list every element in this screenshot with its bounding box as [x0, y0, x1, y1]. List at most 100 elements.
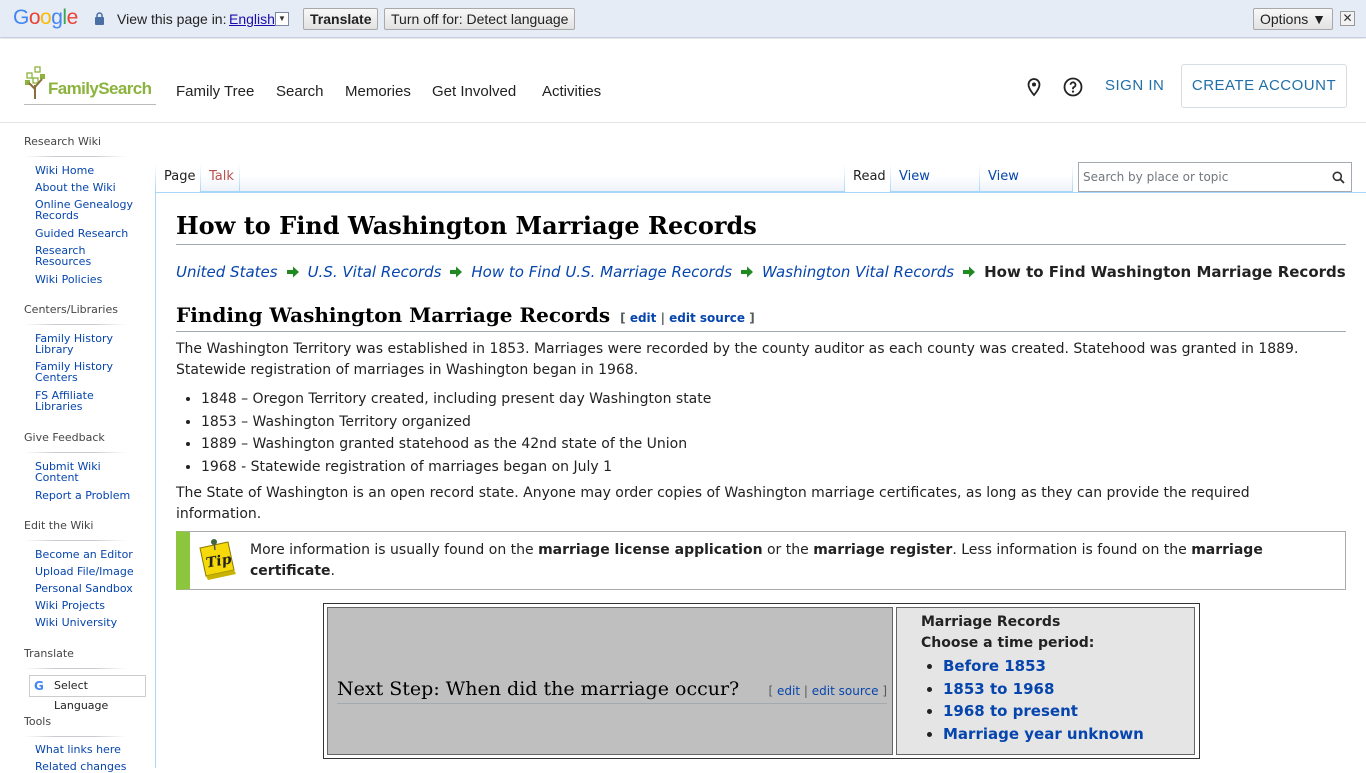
- sidebar-item-personal-sandbox[interactable]: Personal Sandbox: [35, 583, 145, 594]
- nav-activities[interactable]: Activities: [542, 83, 601, 100]
- options-button[interactable]: Options ▼: [1253, 8, 1333, 30]
- sidebar-item-fh-centers[interactable]: Family History Centers: [35, 361, 120, 383]
- tab-view-history[interactable]: View history: [980, 164, 1072, 210]
- sidebar-item-report-problem[interactable]: Report a Problem: [35, 490, 145, 501]
- location-pin-icon[interactable]: [1024, 77, 1044, 97]
- arrow-right-icon: [963, 266, 976, 278]
- edit-source-link[interactable]: edit source: [812, 684, 879, 698]
- sidebar-item-online-records[interactable]: Online Genealogy Records: [35, 199, 145, 221]
- period-unknown[interactable]: Marriage year unknown: [943, 725, 1144, 743]
- sidebar-item-upload-file[interactable]: Upload File/Image: [35, 566, 145, 577]
- list-item: Marriage year unknown: [943, 723, 1194, 746]
- sidebar: Research Wiki Wiki Home About the Wiki O…: [0, 124, 155, 772]
- time-period-cell: Marriage Records Choose a time period: B…: [896, 607, 1195, 755]
- tip-note-icon: Tip: [199, 539, 236, 580]
- nav-family-tree[interactable]: Family Tree: [176, 83, 254, 100]
- sidebar-divider: [24, 156, 126, 157]
- main-content: How to Find Washington Marriage Records …: [155, 192, 1366, 768]
- section-heading: Finding Washington Marriage Records [ edi…: [176, 303, 1346, 332]
- breadcrumb-united-states[interactable]: United States: [176, 263, 278, 281]
- sidebar-item-wiki-policies[interactable]: Wiki Policies: [35, 274, 145, 285]
- sidebar-heading-translate: Translate: [24, 647, 74, 660]
- period-1968-present[interactable]: 1968 to present: [943, 702, 1078, 720]
- tab-read[interactable]: Read: [845, 164, 890, 192]
- sidebar-divider: [24, 736, 126, 737]
- sidebar-item-wiki-university[interactable]: Wiki University: [35, 617, 145, 628]
- period-before-1853[interactable]: Before 1853: [943, 657, 1046, 675]
- tip-text: More information is usually found on the…: [250, 542, 1263, 579]
- edit-bracket-open: [: [620, 311, 626, 325]
- sidebar-item-about-wiki[interactable]: About the Wiki: [35, 182, 145, 193]
- tip-box: Tip More information is usually found on…: [176, 531, 1346, 590]
- language-link[interactable]: English: [229, 11, 275, 27]
- time-period-list: Before 1853 1853 to 1968 1968 to present…: [943, 655, 1194, 745]
- breadcrumb-us-marriage-records[interactable]: How to Find U.S. Marriage Records: [471, 263, 732, 281]
- breadcrumb-us-vital-records[interactable]: U.S. Vital Records: [308, 263, 442, 281]
- page-title: How to Find Washington Marriage Records: [176, 211, 1346, 245]
- list-item: 1848 – Oregon Territory created, includi…: [201, 388, 711, 411]
- turn-off-button[interactable]: Turn off for: Detect language: [384, 8, 576, 30]
- list-item: 1968 - Statewide registration of marriag…: [201, 456, 711, 479]
- sidebar-divider: [24, 452, 126, 453]
- timeline-list: 1848 – Oregon Territory created, includi…: [201, 388, 711, 478]
- tab-view-source[interactable]: View source: [891, 164, 979, 210]
- translate-button[interactable]: Translate: [303, 8, 379, 30]
- sidebar-item-submit-content[interactable]: Submit Wiki Content: [35, 461, 115, 483]
- breadcrumb: United States U.S. Vital Records How to Fi…: [176, 263, 1346, 281]
- select-language-dropdown[interactable]: G Select Language: [29, 675, 146, 712]
- edit-section-links: [ edit | edit source ]: [768, 684, 887, 698]
- sidebar-divider: [24, 324, 126, 325]
- tab-divider: [1072, 164, 1073, 192]
- sidebar-item-wiki-projects[interactable]: Wiki Projects: [35, 600, 145, 611]
- nav-search[interactable]: Search: [276, 83, 324, 100]
- close-icon[interactable]: ✕: [1340, 11, 1355, 26]
- select-language-label: Select Language: [54, 679, 109, 712]
- language-dropdown-icon[interactable]: ▼: [275, 12, 289, 26]
- edit-link[interactable]: edit: [630, 311, 657, 325]
- sidebar-item-wiki-home[interactable]: Wiki Home: [35, 165, 145, 176]
- view-page-label: View this page in:: [117, 11, 227, 27]
- familysearch-logo[interactable]: FamilySearch: [24, 65, 156, 105]
- search-icon[interactable]: [1332, 171, 1345, 184]
- list-item: 1889 – Washington granted statehood as t…: [201, 433, 711, 456]
- arrow-right-icon: [450, 266, 463, 278]
- choose-period-label: Choose a time period:: [921, 635, 1095, 651]
- sidebar-item-fh-library[interactable]: Family History Library: [35, 333, 120, 355]
- wiki-search-input[interactable]: Search by place or topic: [1078, 162, 1352, 192]
- sidebar-item-become-editor[interactable]: Become an Editor: [35, 549, 145, 560]
- sidebar-item-research-resources[interactable]: Research Resources: [35, 245, 105, 267]
- open-record-paragraph: The State of Washington is an open recor…: [176, 485, 1250, 522]
- edit-separator: |: [660, 311, 665, 325]
- sidebar-item-what-links-here[interactable]: What links here: [35, 744, 145, 755]
- breadcrumb-current: How to Find Washington Marriage Records: [984, 263, 1346, 281]
- tree-logo-icon: [25, 66, 45, 99]
- google-g-icon: G: [34, 679, 44, 693]
- nav-memories[interactable]: Memories: [345, 83, 411, 100]
- tab-talk[interactable]: Talk: [201, 164, 239, 192]
- nav-get-involved[interactable]: Get Involved: [432, 83, 516, 100]
- arrow-right-icon: [741, 266, 754, 278]
- sidebar-heading-centers: Centers/Libraries: [24, 303, 118, 316]
- sidebar-item-related-changes[interactable]: Related changes: [35, 761, 145, 772]
- edit-link[interactable]: edit: [777, 684, 800, 698]
- translate-bar: Google View this page in: English ▼ Tran…: [0, 0, 1366, 38]
- create-account-button[interactable]: CREATE ACCOUNT: [1181, 64, 1347, 108]
- period-1853-1968[interactable]: 1853 to 1968: [943, 680, 1054, 698]
- edit-section-links: [ edit | edit source ]: [620, 311, 755, 325]
- site-header: FamilySearch Family Tree Search Memories…: [0, 39, 1366, 123]
- google-logo: Google: [13, 6, 78, 29]
- sidebar-item-guided-research[interactable]: Guided Research: [35, 228, 145, 239]
- help-icon[interactable]: [1063, 77, 1083, 97]
- breadcrumb-washington-vital-records[interactable]: Washington Vital Records: [762, 263, 954, 281]
- list-item: Before 1853: [943, 655, 1194, 678]
- search-placeholder: Search by place or topic: [1083, 170, 1229, 184]
- sidebar-item-affiliate-libraries[interactable]: FS Affiliate Libraries: [35, 390, 105, 412]
- edit-bracket-close: ]: [749, 311, 755, 325]
- sidebar-divider: [24, 540, 126, 541]
- edit-source-link[interactable]: edit source: [669, 311, 745, 325]
- sign-in-link[interactable]: SIGN IN: [1105, 77, 1164, 94]
- next-step-question: Next Step: When did the marriage occur?[…: [337, 678, 887, 704]
- sidebar-heading-feedback: Give Feedback: [24, 431, 105, 444]
- tab-page[interactable]: Page: [156, 164, 200, 192]
- sidebar-heading-tools: Tools: [24, 715, 52, 728]
